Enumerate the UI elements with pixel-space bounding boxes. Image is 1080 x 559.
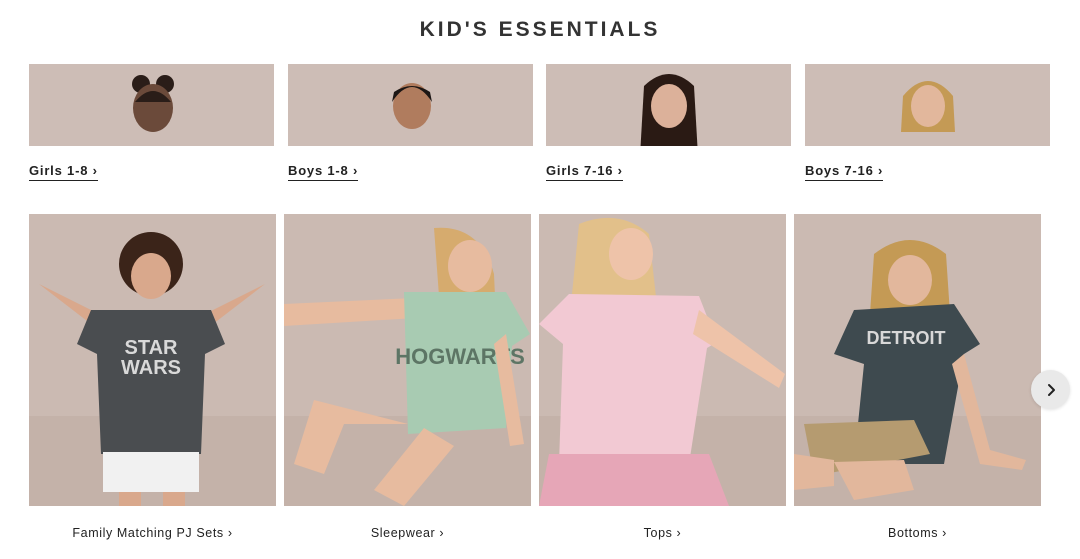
product-image[interactable]: STAR WARS [29,214,276,506]
category-image[interactable] [288,64,533,146]
product-image[interactable] [539,214,786,506]
kids-essentials-section: KID'S ESSENTIALS Girls 1-8 › Boys 1-8 › [0,0,1080,559]
product-image[interactable]: HOGWARTS [284,214,531,506]
child-photo-icon: STAR WARS [39,232,265,506]
category-image[interactable] [546,64,791,146]
carousel-next-button[interactable] [1031,370,1070,409]
product-link-sleepwear[interactable]: Sleepwear › [284,526,531,540]
product-card-sleepwear[interactable]: HOGWARTS Sleepwear › [284,214,531,540]
child-photo-icon: DETROIT [794,240,1026,500]
product-image[interactable]: DETROIT [794,214,1041,506]
product-link-bottoms[interactable]: Bottoms › [794,526,1041,540]
section-title: KID'S ESSENTIALS [419,18,661,41]
svg-text:WARS: WARS [121,357,181,379]
category-card-girls-1-8[interactable]: Girls 1-8 › [29,64,274,181]
category-card-boys-1-8[interactable]: Boys 1-8 › [288,64,533,181]
svg-text:STAR: STAR [125,337,179,359]
category-link-girls-7-16[interactable]: Girls 7-16 › [546,163,623,181]
category-card-girls-7-16[interactable]: Girls 7-16 › [546,64,791,181]
category-card-boys-7-16[interactable]: Boys 7-16 › [805,64,1050,181]
child-photo-icon [539,217,785,506]
product-card-family-matching-pj-sets[interactable]: STAR WARS Family Matching PJ Sets › [29,214,276,540]
category-link-boys-7-16[interactable]: Boys 7-16 › [805,163,884,181]
child-photo-icon [391,83,432,129]
child-photo-icon: HOGWARTS [284,227,530,506]
chevron-right-icon [1047,383,1055,396]
child-photo-icon [640,74,697,146]
svg-text:DETROIT: DETROIT [867,328,946,348]
product-link-family-matching-pj-sets[interactable]: Family Matching PJ Sets › [29,526,276,540]
category-image[interactable] [29,64,274,146]
category-link-boys-1-8[interactable]: Boys 1-8 › [288,163,359,181]
product-card-bottoms[interactable]: DETROIT Bottoms › [794,214,1041,540]
category-image[interactable] [805,64,1050,146]
product-link-tops[interactable]: Tops › [539,526,786,540]
child-photo-icon [900,81,955,132]
child-photo-icon [131,75,174,132]
product-card-tops[interactable]: Tops › [539,214,786,540]
category-link-girls-1-8[interactable]: Girls 1-8 › [29,163,98,181]
